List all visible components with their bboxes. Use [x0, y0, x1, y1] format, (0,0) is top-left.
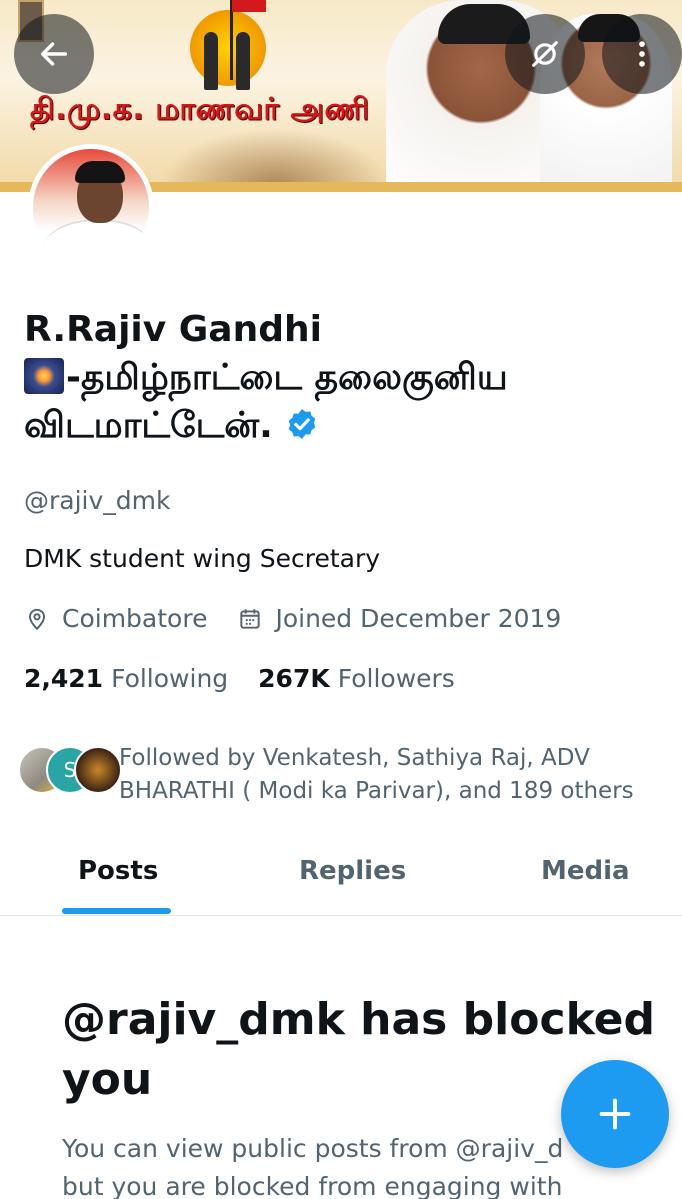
more-vertical-icon: [639, 41, 645, 67]
tab-media[interactable]: Media: [541, 856, 630, 886]
location-text: Coimbatore: [62, 604, 208, 633]
followers-label: Followers: [337, 664, 455, 693]
profile-meta: Coimbatore Joined December 2019: [24, 604, 591, 633]
followers-you-know[interactable]: S Followed by Venkatesh, Sathiya Raj, AD…: [18, 740, 668, 810]
blocked-desc-line-2: but you are blocked from engaging with: [62, 1172, 563, 1199]
verified-badge-icon[interactable]: [285, 407, 319, 441]
followed-by-text: Followed by Venkatesh, Sathiya Raj, ADV …: [119, 742, 659, 808]
banner-rising-sun-emblem: [190, 10, 266, 86]
followed-by-line-1: Followed by Venkatesh, Sathiya Raj, ADV: [119, 745, 590, 771]
blocked-description: You can view public posts from @rajiv_d …: [62, 1130, 602, 1199]
more-options-button[interactable]: [602, 14, 682, 94]
profile-stats: 2,421 Following 267K Followers: [24, 664, 485, 693]
profile-display-name: R.Rajiv Gandhi -தமிழ்நாட்டை தலைகுனிய விட…: [24, 306, 664, 450]
followers-link[interactable]: 267K Followers: [258, 664, 455, 693]
profile-tabs: Posts Replies Media: [0, 838, 682, 916]
banner-flag: [232, 0, 266, 12]
profile-bio: DMK student wing Secretary: [24, 544, 381, 573]
mutual-follower-avatar: [74, 746, 122, 794]
following-link[interactable]: 2,421 Following: [24, 664, 228, 693]
banner-title: தி.மு.க. மாணவர் அணி: [30, 92, 370, 127]
display-name-tamil-text: -தமிழ்நாட்டை தலைகுனிய: [66, 357, 508, 398]
avatar-hair: [75, 161, 125, 183]
back-button[interactable]: [14, 14, 94, 94]
banner-flag-pole: [230, 0, 233, 80]
active-tab-indicator: [62, 908, 171, 914]
display-name-line-1: R.Rajiv Gandhi: [24, 309, 322, 350]
followed-by-line-2: BHARATHI ( Modi ka Parivar), and 189 oth…: [119, 778, 634, 804]
display-name-tamil-text-2: விடமாட்டேன்.: [24, 405, 273, 446]
profile-avatar[interactable]: [28, 144, 154, 270]
calendar-icon: [240, 608, 261, 629]
location-pin-icon: [28, 608, 46, 630]
tab-replies[interactable]: Replies: [299, 856, 406, 886]
notifications-off-button[interactable]: [505, 14, 585, 94]
joined-text: Joined December 2019: [275, 604, 562, 633]
profile-joined-date: Joined December 2019: [237, 604, 561, 633]
display-name-line-2: -தமிழ்நாட்டை தலைகுனிய: [24, 354, 664, 402]
followers-count: 267K: [258, 664, 330, 693]
banner-figure-right: [236, 32, 250, 90]
blocked-desc-line-1: You can view public posts from @rajiv_d: [62, 1134, 564, 1163]
fireworks-emoji-icon: [24, 358, 64, 394]
following-count: 2,421: [24, 664, 104, 693]
notification-off-icon: [532, 41, 558, 67]
display-name-line-3: விடமாட்டேன்.: [24, 402, 664, 450]
banner-crowd-graphic: [160, 128, 390, 184]
avatar-shirt: [43, 219, 149, 265]
arrow-left-icon: [40, 42, 68, 66]
following-label: Following: [111, 664, 229, 693]
blocked-title-line-1: @rajiv_dmk has blocked: [62, 994, 655, 1045]
tab-posts[interactable]: Posts: [78, 856, 158, 886]
banner-figure-left: [204, 32, 218, 90]
plus-icon: [599, 1098, 631, 1130]
profile-location: Coimbatore: [24, 604, 207, 633]
compose-post-button[interactable]: [561, 1060, 669, 1168]
profile-handle: @rajiv_dmk: [24, 486, 171, 515]
